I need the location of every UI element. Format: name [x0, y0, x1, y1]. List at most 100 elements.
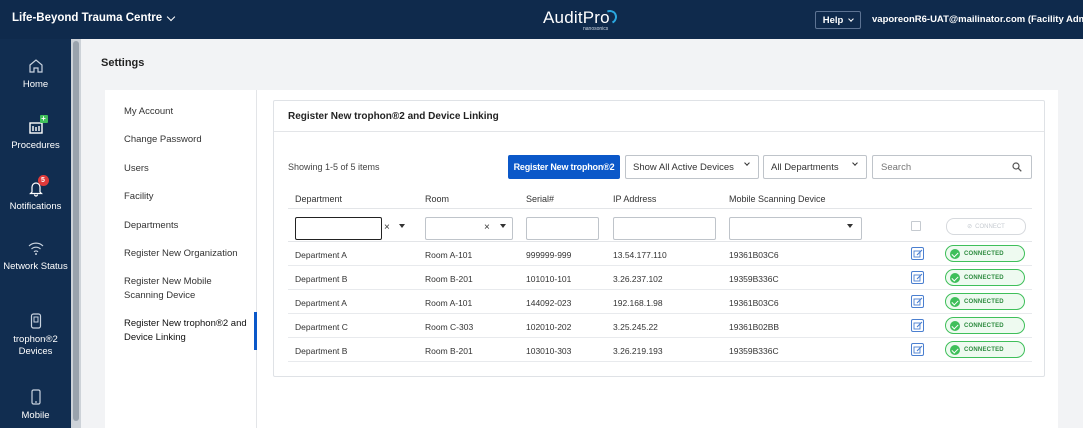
- nav-item-home[interactable]: Home: [0, 57, 71, 91]
- connected-status-button[interactable]: CONNECTED: [945, 245, 1025, 262]
- chevron-down-icon: [166, 12, 176, 21]
- check-circle-icon: [950, 320, 960, 331]
- table-row: Department A Room A-101 999999-999 13.54…: [288, 242, 1032, 266]
- search-icon[interactable]: [1012, 162, 1022, 172]
- auditpro-logo: AuditPro nanosonics: [543, 8, 623, 34]
- device-filter-value: Show All Active Devices: [633, 161, 734, 173]
- mobile-device-filter-input[interactable]: [729, 217, 862, 240]
- menu-item-my-account[interactable]: My Account: [124, 105, 249, 119]
- sidenav-scrollbar[interactable]: [71, 39, 81, 428]
- status-label: CONNECTED: [964, 346, 1004, 353]
- column-header-department: Department: [295, 194, 343, 204]
- clear-icon[interactable]: ×: [384, 222, 390, 233]
- cell-serial: 144092-023: [526, 298, 572, 308]
- nav-item-network-status[interactable]: Network Status: [0, 239, 71, 273]
- help-button[interactable]: Help: [815, 11, 861, 29]
- caret-down-icon[interactable]: [500, 224, 506, 228]
- logo-wordmark: AuditPro: [543, 8, 610, 27]
- procedures-icon: +: [27, 114, 48, 136]
- menu-item-register-trophon[interactable]: Register New trophon®2 and Device Linkin…: [124, 317, 249, 345]
- edit-icon[interactable]: [911, 247, 924, 260]
- menu-item-change-password[interactable]: Change Password: [124, 133, 249, 147]
- column-header-ip-address: IP Address: [613, 194, 657, 204]
- facility-selector[interactable]: Life-Beyond Trauma Centre: [12, 12, 176, 24]
- cell-mobile-device: 19359B336C: [729, 346, 779, 356]
- department-filter-select[interactable]: All Departments: [763, 155, 867, 179]
- connected-status-button[interactable]: CONNECTED: [945, 269, 1025, 286]
- cell-room: Room A-101: [425, 250, 473, 260]
- cell-room: Room C-303: [425, 322, 474, 332]
- nav-item-mobile[interactable]: Mobile: [0, 388, 71, 422]
- link-icon: ⊘: [967, 224, 973, 230]
- settings-card: My Account Change Password Users Facilit…: [105, 90, 1058, 428]
- save-icon: [911, 221, 921, 231]
- connected-status-button[interactable]: CONNECTED: [945, 293, 1025, 310]
- serial-filter-input[interactable]: [526, 217, 599, 240]
- check-circle-icon: [950, 248, 960, 259]
- chevron-down-icon: [744, 160, 750, 166]
- plus-icon: +: [39, 114, 48, 123]
- nav-label: trophon®2 Devices: [13, 334, 58, 357]
- device-filter-select[interactable]: Show All Active Devices: [625, 155, 759, 179]
- cell-ip: 3.26.219.193: [613, 346, 663, 356]
- menu-item-register-organization[interactable]: Register New Organization: [124, 247, 249, 261]
- nav-item-trophon-devices[interactable]: trophon®2 Devices: [0, 312, 71, 358]
- connect-button-disabled: ⊘ CONNECT: [946, 218, 1026, 235]
- cell-mobile-device: 19361B03C6: [729, 298, 779, 308]
- cell-ip: 192.168.1.98: [613, 298, 663, 308]
- side-navigation: Home + Procedures 5 Notifications Networ…: [0, 39, 71, 428]
- cell-ip: 13.54.177.110: [613, 250, 667, 260]
- help-label: Help: [822, 14, 844, 26]
- menu-item-facility[interactable]: Facility: [124, 190, 249, 204]
- filter-row: × × ⊘ CONNECT: [288, 208, 1032, 242]
- status-label: CONNECTED: [964, 322, 1004, 329]
- scrollbar-thumb[interactable]: [73, 41, 79, 421]
- cell-department: Department A: [295, 250, 347, 260]
- panel-title: Register New trophon®2 and Device Linkin…: [288, 111, 499, 122]
- chevron-down-icon: [852, 160, 858, 166]
- connected-status-button[interactable]: CONNECTED: [945, 317, 1025, 334]
- connect-label: CONNECT: [975, 223, 1005, 230]
- caret-down-icon[interactable]: [399, 224, 405, 228]
- check-circle-icon: [950, 272, 960, 283]
- nav-item-procedures[interactable]: + Procedures: [0, 114, 71, 152]
- menu-item-register-mobile-device[interactable]: Register New Mobile Scanning Device: [124, 275, 249, 303]
- nav-label: Mobile: [21, 410, 50, 421]
- connected-status-button[interactable]: CONNECTED: [945, 341, 1025, 358]
- column-header-room: Room: [425, 194, 450, 204]
- edit-icon[interactable]: [911, 271, 924, 284]
- ip-filter-input[interactable]: [613, 217, 716, 240]
- settings-menu: My Account Change Password Users Facilit…: [105, 90, 257, 428]
- user-menu[interactable]: vaporeonR6-UAT@mailinator.com (Facility …: [872, 14, 1083, 25]
- search-input[interactable]: [872, 155, 1032, 179]
- department-filter-input[interactable]: [295, 217, 382, 240]
- notification-badge: 5: [37, 175, 49, 186]
- status-label: CONNECTED: [964, 250, 1004, 257]
- cell-room: Room B-201: [425, 274, 473, 284]
- menu-item-departments[interactable]: Departments: [124, 219, 249, 233]
- edit-icon[interactable]: [911, 343, 924, 356]
- facility-name: Life-Beyond Trauma Centre: [12, 12, 163, 24]
- bell-icon: 5: [27, 175, 49, 197]
- cell-department: Department A: [295, 298, 347, 308]
- top-bar: Life-Beyond Trauma Centre AuditPro nanos…: [0, 0, 1083, 39]
- cell-mobile-device: 19361B02BB: [729, 322, 780, 332]
- edit-icon[interactable]: [911, 319, 924, 332]
- table-row: Department B Room B-201 103010-303 3.26.…: [288, 338, 1032, 362]
- device-icon: [27, 312, 45, 330]
- table-row: Department A Room A-101 144092-023 192.1…: [288, 290, 1032, 314]
- menu-item-users[interactable]: Users: [124, 162, 249, 176]
- cell-serial: 999999-999: [526, 250, 572, 260]
- column-header-serial: Serial#: [526, 194, 555, 204]
- cell-room: Room A-101: [425, 298, 473, 308]
- user-label: vaporeonR6-UAT@mailinator.com (Facility …: [872, 14, 1083, 25]
- caret-down-icon[interactable]: [847, 224, 853, 228]
- items-count: Showing 1-5 of 5 items: [288, 162, 380, 172]
- clear-icon[interactable]: ×: [484, 222, 490, 233]
- nav-item-notifications[interactable]: 5 Notifications: [0, 175, 71, 213]
- nav-label: Network Status: [3, 261, 68, 272]
- department-filter-value: All Departments: [771, 161, 839, 173]
- register-trophon-button[interactable]: Register New trophon®2: [508, 155, 620, 179]
- room-filter-input[interactable]: [425, 217, 513, 240]
- edit-icon[interactable]: [911, 295, 924, 308]
